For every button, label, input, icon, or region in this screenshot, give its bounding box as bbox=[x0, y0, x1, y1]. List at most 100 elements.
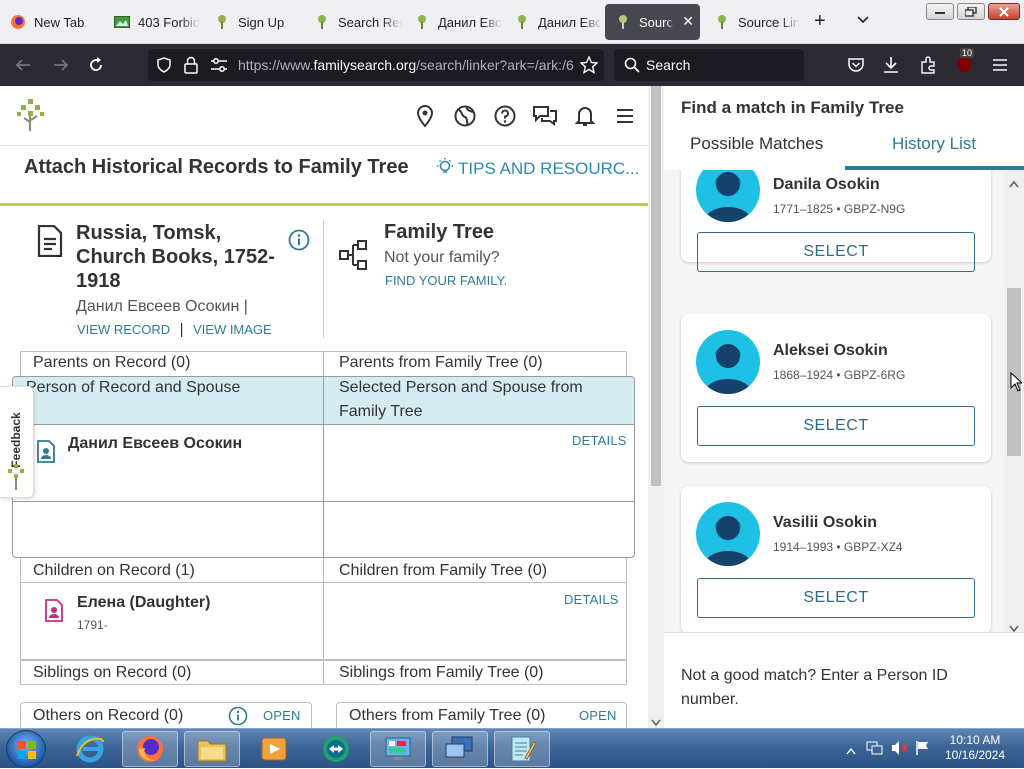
messages-icon[interactable] bbox=[532, 104, 557, 128]
extensions-puzzle-icon[interactable] bbox=[917, 54, 939, 76]
page-scrollbar-thumb[interactable] bbox=[651, 86, 661, 486]
select-button[interactable]: SELECT bbox=[697, 232, 975, 272]
view-record-link[interactable]: VIEW RECORD bbox=[77, 322, 170, 337]
male-avatar-icon bbox=[696, 502, 760, 566]
history-list-scrollbar[interactable] bbox=[1004, 170, 1024, 633]
forward-arrow-icon[interactable] bbox=[50, 54, 72, 76]
menu-icon[interactable] bbox=[613, 104, 637, 128]
male-avatar-icon bbox=[696, 330, 760, 394]
media-player-icon[interactable] bbox=[246, 731, 302, 767]
match-name[interactable]: Vasilii Osokin bbox=[773, 514, 877, 532]
system-clock[interactable]: 10:10 AM 10/16/2024 bbox=[940, 733, 1010, 763]
action-center-flag-icon[interactable] bbox=[915, 740, 931, 761]
record-collection-title: Russia, Tomsk, Church Books, 1752-1918 bbox=[76, 222, 275, 292]
remote-desktop-icon[interactable] bbox=[432, 731, 488, 767]
tab-sign-up[interactable]: Sign Up bbox=[204, 4, 302, 40]
select-button[interactable]: SELECT bbox=[697, 578, 975, 618]
start-button-icon[interactable] bbox=[6, 730, 46, 768]
siblings-on-record-header: Siblings on Record (0) bbox=[33, 664, 192, 681]
permissions-icon[interactable] bbox=[210, 57, 228, 78]
scroll-down-arrow-icon[interactable] bbox=[1009, 620, 1019, 638]
tab-new-tab[interactable]: New Tab bbox=[0, 4, 104, 40]
match-name[interactable]: Aleksei Osokin bbox=[773, 342, 888, 360]
globe-icon[interactable] bbox=[453, 104, 477, 128]
bookmark-star-icon[interactable] bbox=[578, 54, 600, 76]
tab-person-1[interactable]: Данил Евсеев bbox=[404, 4, 502, 40]
shield-icon[interactable] bbox=[156, 57, 172, 78]
firefox-taskbar-icon[interactable] bbox=[122, 731, 178, 767]
info-icon[interactable] bbox=[288, 229, 310, 256]
scroll-up-arrow-icon[interactable] bbox=[1009, 175, 1019, 193]
tab-possible-matches[interactable]: Possible Matches bbox=[690, 134, 823, 154]
tab-search-records[interactable]: Search Records bbox=[304, 4, 402, 40]
history-list: Danila Osokin 1771–1825 • GBPZ-N9G SELEC… bbox=[664, 170, 1024, 632]
others-tree-open-link[interactable]: OPEN bbox=[579, 708, 617, 723]
person-details-link[interactable]: DETAILS bbox=[572, 433, 627, 448]
list-tabs-chevron-icon[interactable] bbox=[856, 12, 870, 30]
location-pin-icon[interactable] bbox=[413, 104, 437, 128]
familysearch-header bbox=[0, 86, 648, 146]
page-scrollbar[interactable] bbox=[648, 86, 664, 728]
record-links: VIEW RECORD | VIEW IMAGE bbox=[77, 321, 272, 338]
show-hidden-icons-arrow[interactable] bbox=[846, 742, 856, 760]
male-avatar-icon bbox=[696, 170, 760, 222]
siblings-left-border bbox=[20, 660, 21, 685]
ublock-count-badge: 10 bbox=[960, 48, 975, 58]
not-your-family-text: Not your family? bbox=[384, 249, 500, 266]
reload-icon[interactable] bbox=[85, 54, 107, 76]
tab-source-linker[interactable]: Source Linker bbox=[704, 4, 800, 40]
child-name[interactable]: Елена (Daughter) bbox=[77, 594, 210, 612]
new-tab-plus-icon[interactable]: + bbox=[814, 11, 826, 31]
others-info-icon[interactable] bbox=[228, 706, 248, 728]
back-arrow-icon[interactable] bbox=[12, 54, 34, 76]
find-your-family-link[interactable]: FIND YOUR FAMILY. bbox=[385, 273, 507, 288]
downloads-icon[interactable] bbox=[880, 54, 902, 76]
view-image-link[interactable]: VIEW IMAGE bbox=[193, 322, 272, 337]
control-panel-icon[interactable] bbox=[370, 731, 426, 767]
tab-source-linker-active[interactable]: Source Linker ✕ bbox=[605, 4, 700, 40]
familysearch-logo-icon[interactable] bbox=[16, 98, 46, 137]
select-button[interactable]: SELECT bbox=[697, 406, 975, 446]
main-person-name[interactable]: Данил Евсеев Осокин bbox=[68, 435, 242, 453]
match-name[interactable]: Danila Osokin bbox=[773, 176, 880, 194]
match-dates-id: 1914–1993 • GBPZ-XZ4 bbox=[773, 540, 903, 554]
file-explorer-icon[interactable] bbox=[184, 731, 240, 767]
hamburger-menu-icon[interactable] bbox=[989, 54, 1011, 76]
url-bar[interactable]: https://www.familysearch.org/search/link… bbox=[148, 49, 604, 81]
minimize-window-icon[interactable] bbox=[926, 3, 954, 20]
page-title-bar: Attach Historical Records to Family Tree… bbox=[0, 146, 648, 206]
search-bar[interactable]: Search bbox=[614, 49, 804, 81]
close-tab-icon[interactable]: ✕ bbox=[682, 13, 694, 30]
person-block-divider bbox=[323, 377, 324, 557]
tab-person-2[interactable]: Данил Евсеев bbox=[504, 4, 602, 40]
tips-and-resources-link[interactable]: TIPS AND RESOURC... bbox=[436, 157, 639, 182]
restore-window-icon[interactable] bbox=[957, 3, 985, 20]
others-on-record-box: Others on Record (0) OPEN bbox=[20, 702, 312, 728]
lock-icon[interactable] bbox=[184, 56, 198, 79]
close-window-icon[interactable] bbox=[988, 3, 1020, 20]
linker-page: Attach Historical Records to Family Tree… bbox=[0, 86, 664, 728]
scroll-down-arrow-icon[interactable] bbox=[651, 714, 661, 728]
child-details-link[interactable]: DETAILS bbox=[564, 592, 619, 607]
internet-explorer-icon[interactable] bbox=[62, 731, 118, 767]
children-on-record-header: Children on Record (1) bbox=[33, 562, 195, 579]
teamviewer-icon[interactable] bbox=[308, 731, 364, 767]
tab-403-forbidden[interactable]: 403 Forbidden bbox=[104, 4, 200, 40]
feedback-tab[interactable]: Feedback bbox=[0, 386, 34, 498]
network-icon[interactable] bbox=[866, 740, 884, 761]
find-match-title: Find a match in Family Tree bbox=[681, 98, 904, 117]
familysearch-tree-icon bbox=[314, 14, 330, 30]
notification-bell-icon[interactable] bbox=[573, 104, 597, 128]
not-good-match-text: Not a good match? Enter a Person ID numb… bbox=[681, 667, 948, 708]
person-of-record-header: Person of Record and Spouse bbox=[26, 379, 241, 396]
match-dates-id: 1771–1825 • GBPZ-N9G bbox=[773, 202, 906, 216]
tab-history-list[interactable]: History List bbox=[892, 134, 976, 154]
ublock-icon[interactable]: 10 bbox=[953, 48, 975, 76]
notepad-icon[interactable] bbox=[494, 731, 550, 767]
child-dates: 1791- bbox=[77, 618, 108, 632]
lightbulb-icon bbox=[436, 157, 454, 182]
others-record-open-link[interactable]: OPEN bbox=[263, 708, 301, 723]
help-question-icon[interactable] bbox=[493, 104, 517, 128]
volume-muted-icon[interactable] bbox=[891, 740, 909, 761]
pocket-icon[interactable] bbox=[845, 54, 867, 76]
